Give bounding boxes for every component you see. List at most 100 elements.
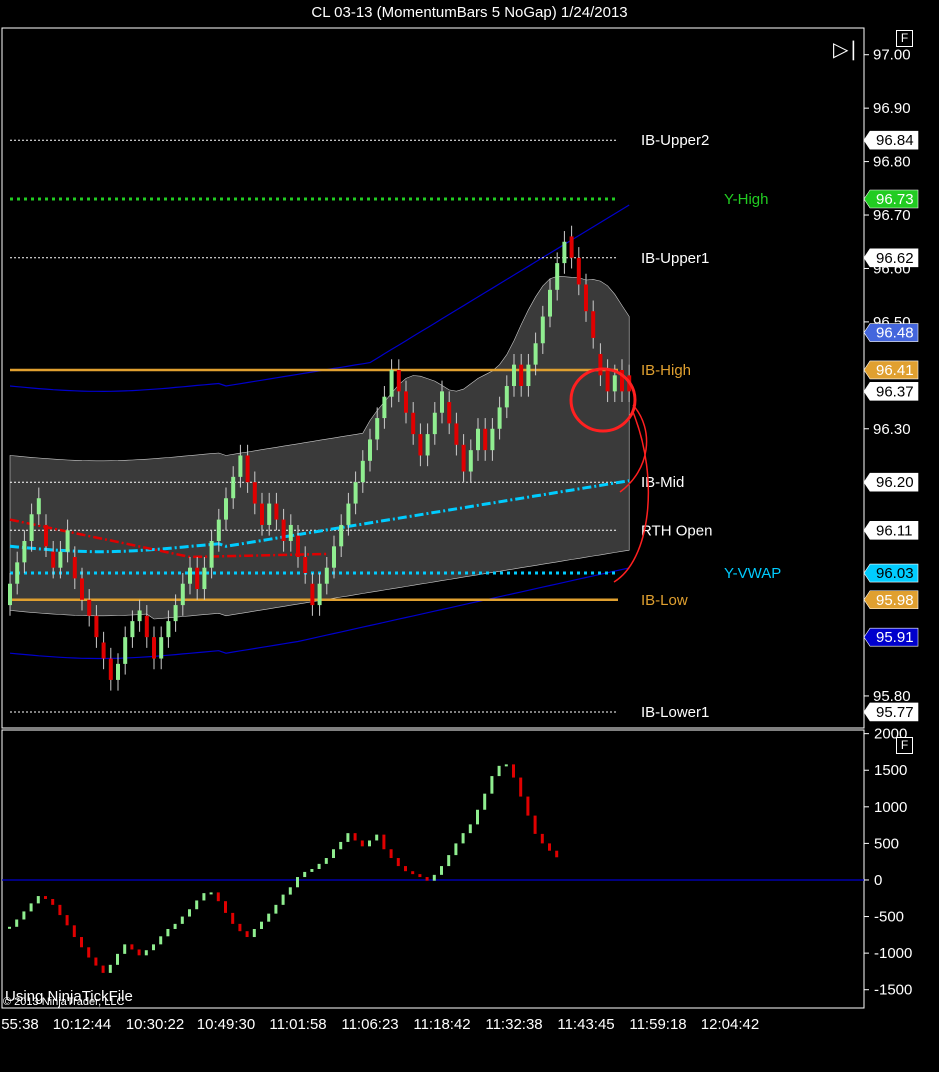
candle-body <box>303 557 308 574</box>
candle-body <box>72 557 77 579</box>
candle-body <box>569 236 574 258</box>
momentum-bar <box>231 912 235 924</box>
momentum-bar <box>519 777 523 797</box>
window-title: CL 03-13 (MomentumBars 5 NoGap) 1/24/201… <box>0 0 939 26</box>
momentum-bar <box>310 869 314 872</box>
candle-body <box>8 583 12 606</box>
candle-body <box>317 583 322 606</box>
candle-body <box>368 439 372 461</box>
momentum-bar <box>512 764 515 778</box>
x-tick-label: 11:59:18 <box>629 1016 686 1033</box>
level-label: IB-Low <box>641 592 688 609</box>
candle-body <box>490 428 495 451</box>
candle-body <box>144 615 149 638</box>
momentum-bar <box>404 866 407 872</box>
x-tick-label: 10:12:44 <box>53 1016 111 1033</box>
momentum-bar <box>36 896 40 904</box>
momentum-bar <box>188 909 191 917</box>
momentum-bar <box>94 957 98 966</box>
y-tick-label: 97.00 <box>873 47 911 64</box>
candle-body <box>195 567 200 590</box>
momentum-bar <box>476 809 479 825</box>
candle-body <box>497 407 502 429</box>
copyright: © 2013 NinjaTrader, LLC <box>3 996 124 1008</box>
price-panel-f-button[interactable]: F <box>896 30 913 47</box>
candle-body <box>555 263 560 290</box>
momentum-bar <box>29 903 33 912</box>
candle-body <box>396 369 401 392</box>
momentum-bar <box>368 840 371 847</box>
candle-body <box>58 551 63 568</box>
level-label: Y-VWAP <box>724 565 781 582</box>
level-label: IB-Lower1 <box>641 704 709 721</box>
momentum-bar <box>382 834 386 850</box>
y-tick-label: 96.80 <box>873 154 911 171</box>
momentum-bar <box>389 849 393 859</box>
momentum-bar <box>144 950 148 956</box>
y-tick-label: -1500 <box>874 982 912 999</box>
momentum-bar <box>216 892 220 902</box>
momentum-bar <box>274 904 278 914</box>
momentum-bar <box>152 944 155 951</box>
price-tag-label: 96.48 <box>876 325 914 342</box>
candle-body <box>612 375 617 392</box>
momentum-bar <box>418 874 422 878</box>
x-tick-label: 12:04:42 <box>701 1016 759 1033</box>
candle-body <box>173 605 178 622</box>
momentum-bar <box>209 892 213 895</box>
momentum-bar <box>137 949 141 956</box>
level-label: RTH Open <box>641 522 712 539</box>
indicator-panel-f-button[interactable]: F <box>896 737 913 754</box>
price-tag-label: 95.98 <box>876 592 914 609</box>
candle-body <box>252 482 257 504</box>
momentum-bar <box>202 893 206 901</box>
level-label: Y-High <box>724 191 768 208</box>
candle-body <box>29 514 34 541</box>
candle-body <box>548 289 552 317</box>
candle-body <box>108 658 113 680</box>
y-tick-label: 1000 <box>874 799 907 816</box>
candle-body <box>44 524 48 547</box>
candle-body <box>130 621 135 638</box>
momentum-bar <box>173 923 177 929</box>
momentum-bar <box>411 871 415 875</box>
momentum-bar <box>15 919 19 927</box>
play-end-icon[interactable]: ▷∣ <box>833 37 858 62</box>
candle-body <box>36 498 41 515</box>
momentum-bar <box>432 874 436 881</box>
candle-body <box>432 412 437 435</box>
candle-body <box>375 418 380 440</box>
candle-body <box>461 444 466 472</box>
x-tick-label: 11:32:38 <box>485 1016 542 1033</box>
candle-body <box>267 503 272 525</box>
chart-canvas: 97.0096.9096.8096.7096.6096.5096.3095.80… <box>1 27 919 1033</box>
x-tick-label: 55:38 <box>1 1016 39 1033</box>
price-tag-label: 96.41 <box>876 362 914 379</box>
momentum-bar <box>80 937 83 948</box>
candle-body <box>476 428 480 451</box>
candle-body <box>468 450 473 472</box>
momentum-bar <box>504 764 508 767</box>
indicator-frame <box>1 729 865 1009</box>
y-tick-label: -500 <box>874 909 904 926</box>
momentum-bar <box>123 944 127 954</box>
momentum-bar <box>116 953 119 965</box>
momentum-bar <box>180 916 184 924</box>
y-tick-label: 1500 <box>874 762 907 779</box>
momentum-bar <box>540 833 544 844</box>
y-tick-label: 0 <box>874 872 882 889</box>
momentum-bar <box>65 915 69 926</box>
price-tag-label: 96.11 <box>876 522 912 539</box>
candle-body <box>65 530 70 552</box>
candle-body <box>504 386 509 408</box>
price-tag-label: 96.37 <box>876 383 914 400</box>
candle-body <box>605 369 610 392</box>
candle-body <box>15 562 20 584</box>
candle-body <box>346 503 351 525</box>
x-tick-label: 11:06:23 <box>341 1016 398 1033</box>
momentum-bar <box>58 904 62 916</box>
momentum-bar <box>44 896 47 899</box>
y-tick-label: -1000 <box>874 945 912 962</box>
price-tag-label: 96.62 <box>876 250 914 267</box>
momentum-bar <box>483 793 487 810</box>
